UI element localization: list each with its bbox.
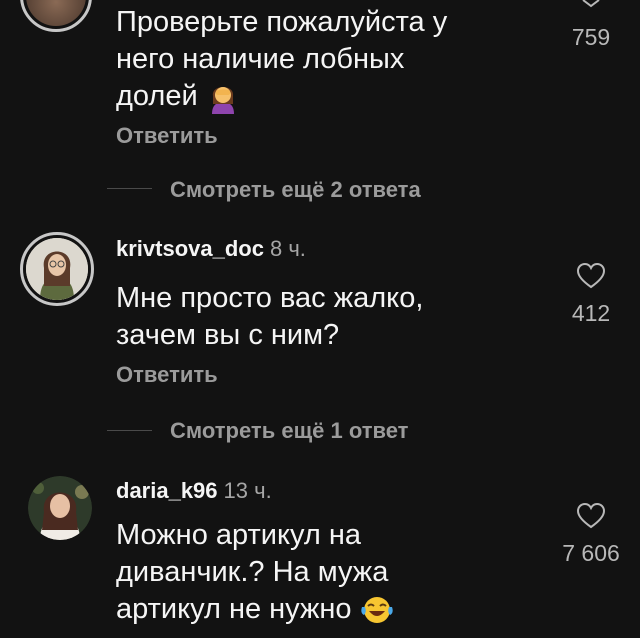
- profile-photo: [26, 238, 88, 300]
- view-more-replies[interactable]: Смотреть ещё 1 ответ: [170, 418, 408, 444]
- like-count: 759: [571, 24, 611, 50]
- comment-header: krivtsova_doc 8 ч.: [116, 236, 306, 262]
- comment-text: Мне просто вас жалко, зачем вы с ним?: [116, 282, 424, 351]
- divider: [107, 188, 152, 189]
- reply-button[interactable]: Ответить: [116, 362, 218, 388]
- comment-2: krivtsova_doc 8 ч. Мне просто вас жалко, …: [0, 230, 640, 390]
- comment-3: daria_k96 13 ч. Можно артикул на диванчик…: [0, 470, 640, 638]
- laughing-tears-emoji: [360, 597, 393, 624]
- woman-facepalming-emoji: [211, 87, 234, 115]
- avatar[interactable]: [20, 232, 94, 306]
- divider: [107, 430, 152, 431]
- profile-photo: [28, 476, 92, 540]
- comment-header: daria_k96 13 ч.: [116, 478, 272, 504]
- reply-button[interactable]: Ответить: [116, 123, 218, 149]
- timestamp: 13 ч.: [223, 478, 272, 503]
- username[interactable]: krivtsova_doc: [116, 236, 264, 261]
- timestamp: 8 ч.: [269, 236, 306, 261]
- avatar[interactable]: [20, 0, 92, 32]
- comment-1: Проверьте пожалуйста у него наличие лобн…: [0, 0, 640, 160]
- view-more-replies[interactable]: Смотреть ещё 2 ответа: [170, 177, 421, 203]
- avatar[interactable]: [28, 476, 92, 540]
- chevron-down-icon[interactable]: [580, 0, 602, 8]
- like-count: 412: [571, 300, 611, 326]
- like-count: 7 606: [562, 540, 620, 566]
- username[interactable]: daria_k96: [116, 478, 218, 503]
- heart-icon[interactable]: [576, 262, 606, 290]
- heart-icon[interactable]: [576, 502, 606, 530]
- comment-text: Можно артикул на диванчик.? На мужа арти…: [116, 517, 546, 628]
- comment-text: Проверьте пожалуйста у него наличие лобн…: [116, 4, 546, 115]
